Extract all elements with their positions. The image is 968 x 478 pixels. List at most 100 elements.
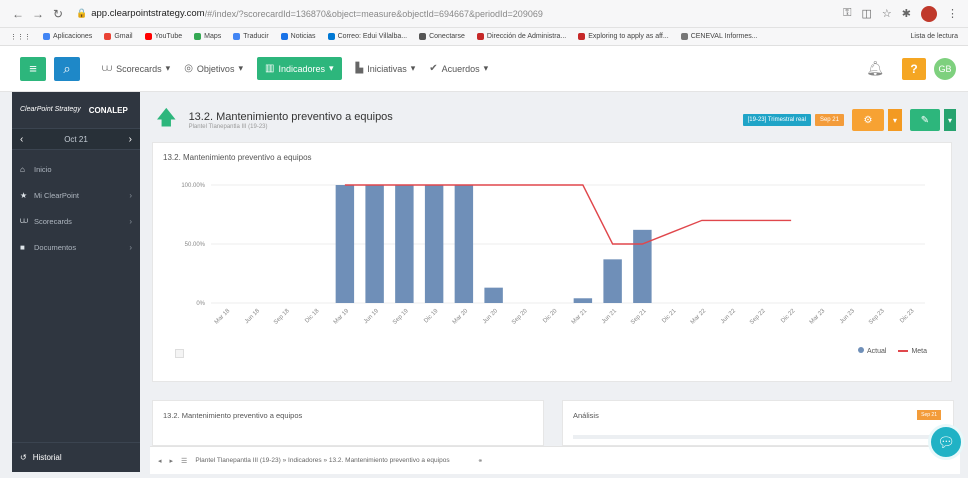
key-icon[interactable]: ⚿ [843,7,851,20]
caret-down-icon: ▾ [483,63,489,73]
settings-dropdown[interactable]: ▾ [888,109,902,131]
bookmark-item[interactable]: Traducir [233,33,269,40]
help-button[interactable]: ? [902,57,926,80]
bookmark-label: Gmail [114,33,133,40]
edit-button[interactable]: ✎ [910,109,940,131]
chevron-right-icon[interactable]: › [129,134,132,145]
legend-actual-label: Actual [866,348,887,355]
bookmark-label: Correo: Edui Villalba... [337,33,408,40]
star-icon[interactable]: ☆ [882,7,892,20]
back-icon[interactable]: ◂ [158,457,162,465]
x-tick-label: Sep 20 [511,308,529,326]
gear-icon: ⚙ [863,114,873,126]
breadcrumb[interactable]: Plantel Tlanepantla III (19-23) » Indica… [195,457,449,464]
legend-meta[interactable]: Meta [898,348,927,355]
home-icon: ⌂ [20,164,25,174]
legend-line [898,349,909,352]
back-icon[interactable]: ← [10,7,26,21]
puzzle-icon[interactable]: ✱ [902,7,911,20]
chart-checkbox[interactable] [175,349,184,358]
bookmark-item[interactable]: CENEVAL Informes... [680,33,758,40]
sidebar-item-inicio[interactable]: ⌂ Inicio [12,156,140,182]
bar-actual [395,185,414,303]
sidebar-item-label: Inicio [34,164,52,174]
bookmark-item[interactable]: Aplicaciones [43,33,92,40]
target-icon: ◎ [184,63,193,74]
objetivos-menu[interactable]: ◎ Objetivos ▾ [184,63,243,74]
bookmark-label: Exploring to apply as aff... [588,33,669,40]
indicadores-menu[interactable]: ▥ Indicadores ▾ [256,57,342,80]
acuerdos-menu[interactable]: ✔ Acuerdos ▾ [429,63,488,74]
reading-list[interactable]: Lista de lectura [911,33,958,40]
bookmark-item[interactable]: Gmail [104,33,133,40]
sidebar-item-label: Historial [32,453,62,462]
bar-actual [573,298,593,303]
reload-icon[interactable]: ↻ [50,7,66,21]
sidebar-logo[interactable]: ClearPoint Strategy CONALEP [12,92,140,128]
bookmark-favicon [327,33,335,40]
bookmark-item[interactable]: YouTube [144,33,183,40]
settings-button[interactable]: ⚙ [852,109,884,131]
bell-icon[interactable]: 🔔︎ [866,60,884,77]
extension-icon[interactable]: ◫ [862,7,872,20]
x-tick-label: Sep 18 [273,308,291,326]
bookmark-item[interactable]: Correo: Edui Villalba... [327,33,408,40]
edit-dropdown[interactable]: ▾ [944,109,956,131]
search-button[interactable]: ⌕ [54,56,80,81]
sitemap-icon: ⩊ [20,216,29,225]
pencil-icon: ✎ [920,114,930,126]
browser-avatar[interactable] [921,5,937,22]
chevron-right-icon: › [129,190,132,200]
bookmark-label: CENEVAL Informes... [690,33,758,40]
sidebar-item-mi-clearpoint[interactable]: ★ Mi ClearPoint › [12,182,140,208]
iniciativas-menu[interactable]: ▙ Iniciativas ▾ [356,63,416,74]
x-tick-label: Jun 21 [601,308,618,325]
bookmark-label: Maps [204,33,222,40]
bookmark-label: Dirección de Administra... [486,33,567,40]
bookmark-label: YouTube [154,33,183,40]
x-tick-label: Dic 22 [780,308,797,325]
bookmark-favicon [419,33,427,40]
details-card: 13.2. Mantenimiento preventivo a equipos [152,400,544,446]
analysis-period-badge: Sep 21 [917,410,941,420]
scorecards-menu[interactable]: ⩊ Scorecards ▾ [102,63,170,74]
forward-icon[interactable]: → [30,7,46,21]
bookmark-item[interactable]: Conectarse [419,33,465,40]
x-tick-label: Dic 21 [661,308,678,325]
sidebar-item-historial[interactable]: ↺ Historial [12,442,140,472]
x-tick-label: Sep 21 [630,308,648,326]
url-field[interactable]: 🔒 app.clearpointstrategy.com /#/index/?s… [76,4,843,24]
legend-dot [857,347,864,353]
bookmark-item[interactable]: Maps [194,33,221,40]
page-subtitle[interactable]: Plantel Tlanepantla III (19-23) [189,124,393,130]
x-tick-label: Sep 23 [868,308,886,326]
chat-button[interactable]: 💬︎ [928,424,964,460]
menu-button[interactable]: ≡ [20,56,46,81]
sidebar-item-scorecards[interactable]: ⩊ Scorecards › [12,208,140,234]
bookmark-item[interactable]: Dirección de Administra... [476,33,567,40]
analysis-card: Análisis Sep 21 [562,400,954,446]
bookmark-item[interactable]: Exploring to apply as aff... [578,33,669,40]
avatar[interactable]: GB [934,57,956,80]
x-tick-label: Mar 18 [214,308,232,326]
y-tick-label: 100.00% [181,183,205,189]
bar-actual [424,185,444,303]
page-header: 🡅 13.2. Mantenimiento preventivo a equip… [150,100,956,140]
more-icon[interactable]: ⋮ [947,7,958,20]
legend-actual[interactable]: Actual [857,347,887,355]
indicadores-label: Indicadores [278,63,325,74]
chevron-left-icon[interactable]: ‹ [20,134,23,145]
scorecards-label: Scorecards [116,63,162,74]
bookmark-favicon [280,33,288,40]
period-label[interactable]: Oct 21 [64,135,88,144]
lock-icon: 🔒 [76,8,88,18]
bookmark-label: Aplicaciones [53,33,93,40]
sidebar-item-label: Documentos [34,242,77,252]
link-icon[interactable]: ⚭ [478,457,483,465]
bar-actual [484,287,503,303]
apps-icon[interactable]: ⋮⋮⋮ [10,33,31,41]
bookmark-item[interactable]: Noticias [280,33,316,40]
sidebar-item-documentos[interactable]: ■ Documentos › [12,234,140,260]
forward-icon[interactable]: ▸ [170,457,174,465]
acuerdos-label: Acuerdos [441,63,480,74]
